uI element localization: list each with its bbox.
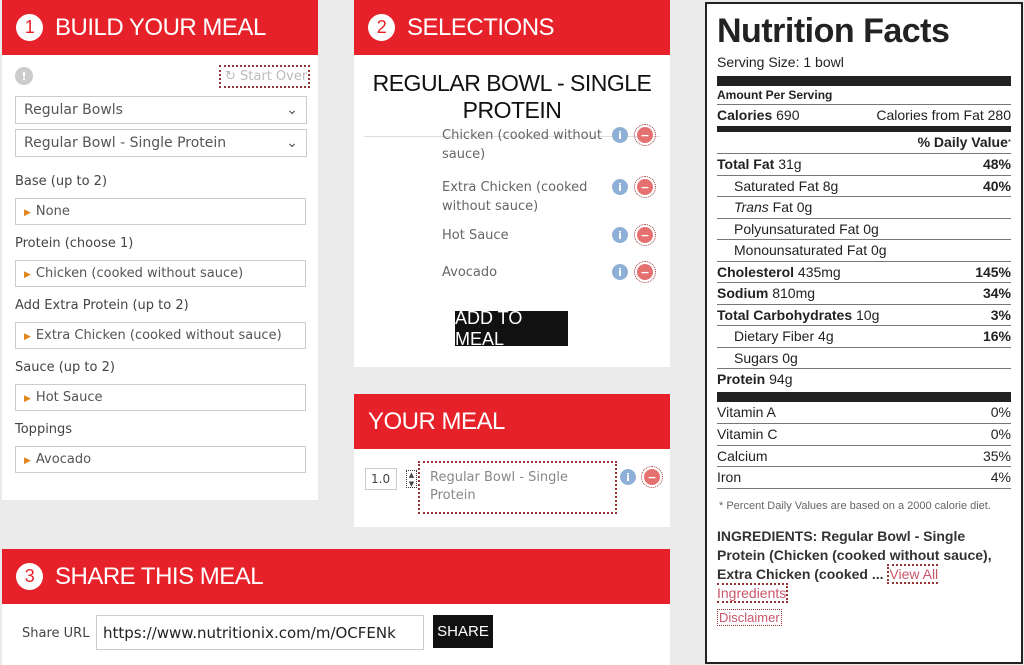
- caret-right-icon: ▶: [24, 456, 31, 466]
- cal-fat-label: Calories from Fat: [876, 107, 984, 124]
- nutrient-row: Sugars 0g: [717, 346, 1011, 369]
- category-select[interactable]: Regular Bowls ⌄: [15, 96, 307, 124]
- daily-value-header: % Daily Value: [917, 134, 1008, 151]
- selection-item: Extra Chicken (cooked without sauce): [442, 180, 588, 214]
- quantity-stepper[interactable]: ▲ ▼: [406, 470, 417, 488]
- info-icon[interactable]: i: [620, 469, 636, 485]
- meal-item[interactable]: Regular Bowl - Single Protein: [418, 461, 617, 514]
- group-option[interactable]: ▶ Hot Sauce: [15, 384, 306, 411]
- group-option[interactable]: ▶ Extra Chicken (cooked without sauce): [15, 322, 306, 349]
- remove-icon[interactable]: −: [634, 176, 656, 198]
- group-label: Protein (choose 1): [15, 236, 134, 251]
- selection-item: Avocado: [442, 265, 498, 280]
- vitamin-row: Calcium 35%: [717, 444, 1011, 467]
- info-icon[interactable]: i: [612, 227, 628, 243]
- step-number: 1: [16, 14, 43, 41]
- group-option[interactable]: ▶ Avocado: [15, 446, 306, 473]
- group-option[interactable]: ▶ None: [15, 198, 306, 225]
- add-to-meal-button[interactable]: ADD TO MEAL: [455, 308, 568, 349]
- caret-right-icon: ▶: [24, 270, 31, 280]
- chevron-down-icon: ⌄: [286, 135, 298, 151]
- nutrient-row: Cholesterol 435mg 145%: [717, 260, 1011, 283]
- nutrition-facts-panel: Nutrition Facts Serving Size: 1 bowl Amo…: [705, 2, 1023, 664]
- caret-right-icon: ▶: [24, 208, 31, 218]
- info-icon[interactable]: i: [612, 179, 628, 195]
- group-option[interactable]: ▶ Chicken (cooked without sauce): [15, 260, 306, 287]
- group-label: Sauce (up to 2): [15, 360, 115, 375]
- nutrient-row: Sodium 810mg 34%: [717, 282, 1011, 304]
- quantity-input[interactable]: 1.0: [365, 468, 397, 490]
- nutrient-row: Total Carbohydrates 10g 3%: [717, 303, 1011, 326]
- disclaimer-link[interactable]: Disclaimer: [717, 608, 782, 626]
- alert-icon: !: [15, 67, 33, 85]
- cal-fat-value: 280: [987, 107, 1011, 124]
- group-label: Add Extra Protein (up to 2): [15, 298, 189, 313]
- caret-right-icon: ▶: [24, 332, 31, 342]
- share-url-input[interactable]: https://www.nutritionix.com/m/OCFENk: [96, 615, 424, 650]
- nutrition-title: Nutrition Facts: [717, 12, 950, 50]
- selections-header: 2 SELECTIONS: [354, 0, 670, 55]
- share-header: 3 SHARE THIS MEAL: [2, 549, 670, 604]
- refresh-icon: ↻: [225, 69, 241, 84]
- remove-icon[interactable]: −: [641, 466, 663, 488]
- step-number: 3: [16, 563, 43, 590]
- start-over-button[interactable]: ↻ Start Over: [219, 65, 310, 88]
- item-select[interactable]: Regular Bowl - Single Protein ⌄: [15, 129, 307, 157]
- footnote: * Percent Daily Values are based on a 20…: [719, 499, 991, 512]
- nutrient-row: Trans Fat 0g: [717, 196, 1011, 218]
- nutrient-row: Dietary Fiber 4g 16%: [717, 325, 1011, 347]
- share-button[interactable]: SHARE: [433, 615, 493, 648]
- share-panel: 3 SHARE THIS MEAL Share URL https://www.n…: [2, 549, 670, 665]
- vitamin-row: Vitamin A 0%: [717, 404, 1011, 421]
- step-number: 2: [368, 14, 395, 41]
- panel-title: YOUR MEAL: [368, 407, 505, 435]
- remove-icon[interactable]: −: [634, 261, 656, 283]
- panel-title: BUILD YOUR MEAL: [55, 13, 266, 41]
- nutrient-row: Protein 94g: [717, 368, 1011, 390]
- vitamin-row: Vitamin C 0%: [717, 423, 1011, 445]
- nutrient-row: Saturated Fat 8g 40%: [717, 174, 1011, 197]
- nutrient-row: Monounsaturated Fat 0g: [717, 239, 1011, 261]
- ingredients-text: INGREDIENTS: Regular Bowl - Single Prote…: [717, 527, 992, 582]
- your-meal-panel: YOUR MEAL 1.0 ▲ ▼ Regular Bowl - Single P…: [354, 394, 670, 527]
- group-label: Toppings: [15, 422, 73, 437]
- calories-label: Calories: [717, 107, 773, 124]
- share-url-label: Share URL: [22, 626, 90, 641]
- nutrient-row: Total Fat 31g 48%: [717, 153, 1011, 175]
- panel-title: SHARE THIS MEAL: [55, 562, 264, 590]
- your-meal-header: YOUR MEAL: [354, 394, 670, 449]
- vitamin-row: Iron 4%: [717, 466, 1011, 488]
- group-label: Base (up to 2): [15, 174, 108, 189]
- calories-value: 690: [776, 107, 800, 124]
- nutrient-row: Polyunsaturated Fat 0g: [717, 217, 1011, 240]
- build-meal-panel: 1 BUILD YOUR MEAL ! ↻ Start Over Regular …: [2, 0, 318, 500]
- remove-icon[interactable]: −: [634, 124, 656, 146]
- info-icon[interactable]: i: [612, 127, 628, 143]
- remove-icon[interactable]: −: [634, 224, 656, 246]
- serving-size: Serving Size: 1 bowl: [717, 54, 844, 70]
- selection-item: Chicken (cooked without sauce): [442, 128, 602, 162]
- amount-per-serving: Amount Per Serving: [717, 88, 833, 102]
- caret-right-icon: ▶: [24, 394, 31, 404]
- info-icon[interactable]: i: [612, 264, 628, 280]
- selection-item: Hot Sauce: [442, 228, 509, 243]
- panel-title: SELECTIONS: [407, 13, 555, 41]
- chevron-down-icon: ⌄: [286, 102, 298, 118]
- build-meal-header: 1 BUILD YOUR MEAL: [2, 0, 318, 55]
